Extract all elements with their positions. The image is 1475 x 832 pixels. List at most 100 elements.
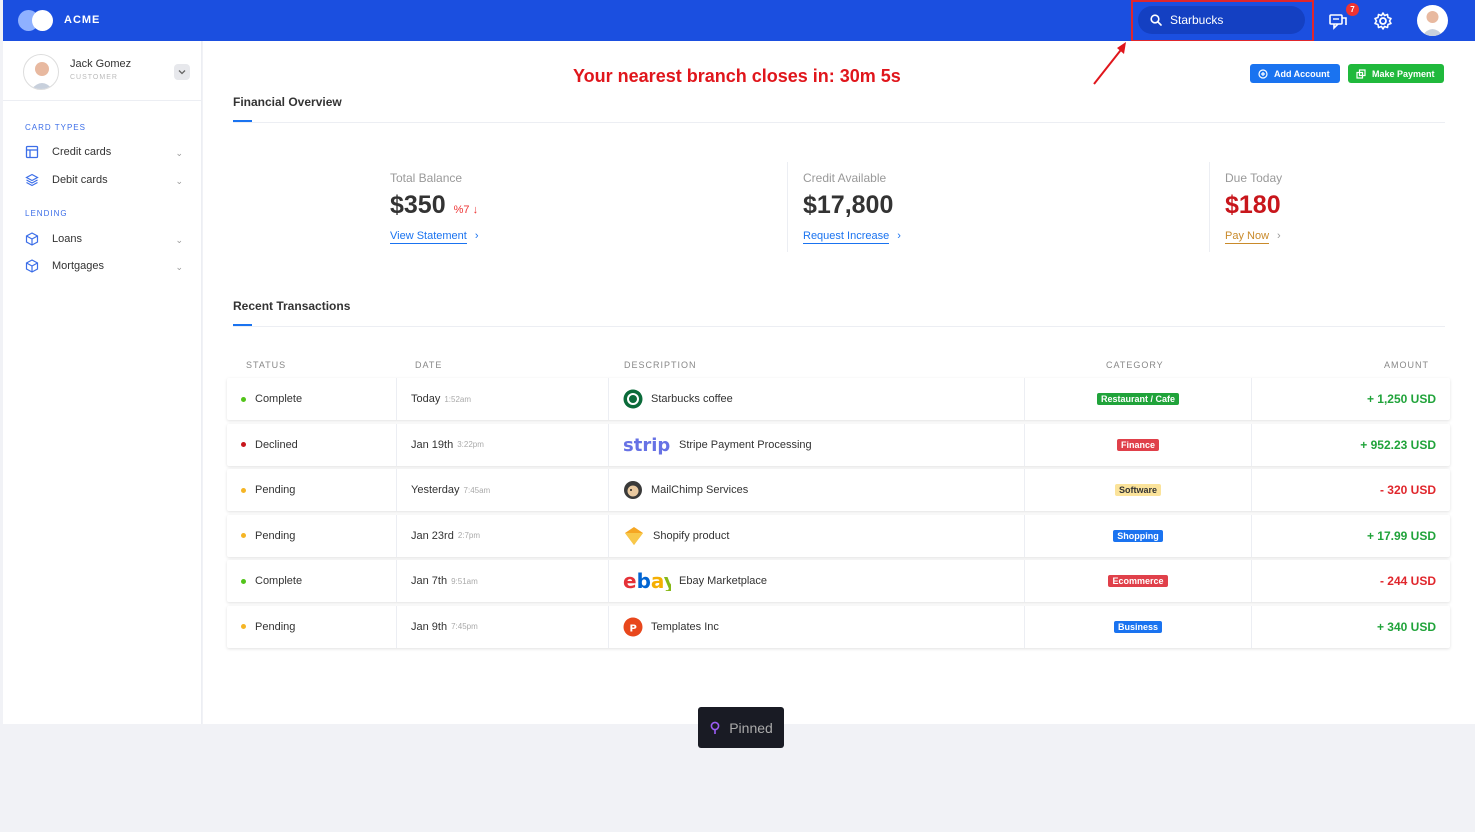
column-header-category[interactable]: CATEGORY [1106, 360, 1164, 370]
table-row[interactable]: Pending Yesterday 7:45am MailChimp Servi… [227, 469, 1450, 511]
chevron-down-icon [178, 70, 186, 75]
description-text: Shopify product [653, 529, 730, 542]
stat-total-balance: Total Balance $350 %7 ↓ View Statement › [390, 171, 479, 244]
category-badge: Software [1114, 484, 1161, 496]
sidebar-item-loans[interactable]: Loans ⌄ [25, 231, 183, 249]
sidebar-item-debit-cards[interactable]: Debit cards ⌄ [25, 172, 183, 190]
amount-text: - 244 USD [1379, 574, 1436, 588]
svg-text:ebay: ebay [623, 571, 671, 591]
time-text: 3:22pm [457, 440, 484, 449]
search-value: Starbucks [1170, 13, 1224, 27]
amount-text: + 17.99 USD [1366, 528, 1436, 543]
view-statement-link[interactable]: View Statement [390, 230, 467, 244]
column-header-date[interactable]: DATE [415, 360, 442, 370]
pay-now-link[interactable]: Pay Now [1225, 230, 1270, 244]
table-row[interactable]: Pending Jan 9th 7:45pm P Templates Inc B… [227, 605, 1450, 648]
main-content: Your nearest branch closes in: 30m 5s Ad… [203, 41, 1475, 724]
make-payment-button[interactable]: Make Payment [1348, 64, 1444, 83]
status-cell: Declined [241, 424, 298, 466]
amount-cell: + 952.23 USD [1360, 424, 1436, 466]
sidebar: Jack Gomez CUSTOMER CARD TYPES Credit ca… [3, 41, 202, 724]
category-badge: Business [1113, 620, 1163, 633]
description-cell: stripe Stripe Payment Processing [623, 424, 812, 466]
gear-icon[interactable] [1373, 11, 1393, 31]
sidebar-item-label: Debit cards [52, 174, 108, 186]
branch-closing-headline: Your nearest branch closes in: 30m 5s [573, 66, 901, 86]
table-row[interactable]: Pending Jan 23rd 2:7pm Shopify product S… [227, 514, 1450, 557]
category-cell: Business [1025, 606, 1251, 648]
category-cell: Software [1025, 469, 1251, 511]
status-cell: Complete [241, 560, 302, 602]
status-text: Pending [255, 620, 296, 633]
status-dot [241, 533, 246, 538]
description-text: MailChimp Services [651, 484, 749, 496]
mailchimp-icon [623, 480, 643, 500]
layers-icon [25, 173, 39, 187]
plus-circle-icon [1258, 68, 1268, 79]
status-dot [241, 624, 246, 629]
table-row[interactable]: Declined Jan 19th 3:22pm stripe Stripe P… [227, 423, 1450, 466]
pinned-toast[interactable]: Pinned [698, 707, 784, 748]
stat-label: Total Balance [390, 171, 463, 185]
date-text: Today [411, 393, 441, 405]
pinned-label: Pinned [729, 719, 773, 736]
category-cell: Ecommerce [1025, 560, 1251, 602]
date-text: Jan 19th [411, 438, 454, 451]
sidebar-item-credit-cards[interactable]: Credit cards ⌄ [25, 144, 183, 162]
divider [787, 162, 788, 252]
category-cell: Finance [1025, 424, 1251, 466]
shopify-icon [623, 526, 645, 546]
search-input[interactable]: Starbucks [1138, 6, 1305, 34]
chevron-right-icon: › [474, 230, 479, 242]
copy-icon [1356, 68, 1366, 79]
chevron-down-icon: ⌄ [175, 148, 183, 158]
box-icon [25, 232, 39, 246]
column-header-status[interactable]: STATUS [246, 360, 286, 370]
status-cell: Pending [241, 515, 295, 557]
category-badge: Ecommerce [1108, 575, 1168, 587]
chevron-down-icon: ⌄ [175, 176, 183, 186]
description-text: Ebay Marketplace [679, 575, 768, 587]
amount-cell: + 17.99 USD [1367, 515, 1436, 557]
description-cell: MailChimp Services [623, 469, 748, 511]
make-payment-label: Make Payment [1372, 68, 1435, 79]
description-cell: ebay Ebay Marketplace [623, 560, 767, 602]
date-cell: Jan 23rd 2:7pm [411, 515, 480, 557]
chat-icon[interactable] [1328, 11, 1348, 31]
description-text: Stripe Payment Processing [679, 438, 812, 451]
category-cell: Restaurant / Cafe [1025, 378, 1251, 420]
status-dot [241, 578, 246, 584]
date-text: Jan 9th [411, 620, 448, 633]
table-row[interactable]: Complete Jan 7th 9:51am ebay Ebay Market… [227, 560, 1450, 602]
arrow-down-icon: ↓ [472, 204, 479, 216]
status-text: Pending [255, 484, 296, 496]
sidebar-item-label: Credit cards [52, 146, 112, 158]
financial-overview-title: Financial Overview [233, 95, 342, 109]
sidebar-item-label: Mortgages [52, 260, 104, 272]
add-account-button[interactable]: Add Account [1250, 64, 1340, 83]
description-cell: Starbucks coffee [623, 378, 733, 420]
time-text: 7:45pm [451, 622, 478, 631]
description-cell: Shopify product [623, 515, 729, 557]
notification-badge: 7 [1346, 3, 1359, 16]
top-bar: ACME Starbucks 7 [3, 0, 1475, 42]
column-header-amount[interactable]: AMOUNT [1384, 360, 1429, 370]
column-header-description[interactable]: DESCRIPTION [624, 360, 697, 370]
logo-icon[interactable] [18, 10, 56, 31]
amount-text: + 340 USD [1376, 619, 1436, 634]
date-text: Yesterday [411, 484, 460, 496]
avatar[interactable] [1417, 5, 1448, 36]
table-row[interactable]: Complete Today 1:52am Starbucks coffee R… [227, 378, 1450, 420]
stat-value: $350 %7 ↓ [390, 191, 479, 220]
divider [233, 122, 1445, 123]
request-increase-link[interactable]: Request Increase [803, 230, 890, 244]
change-percent: %7 ↓ [454, 204, 478, 216]
annotation-arrow-icon [1093, 42, 1126, 85]
status-text: Complete [255, 575, 303, 587]
user-dropdown-button[interactable] [174, 64, 190, 80]
amount-text: + 952.23 USD [1360, 437, 1436, 452]
user-profile[interactable]: Jack Gomez CUSTOMER [23, 54, 199, 90]
date-text: Jan 23rd [411, 529, 454, 542]
status-text: Declined [255, 438, 298, 451]
sidebar-item-mortgages[interactable]: Mortgages ⌄ [25, 258, 183, 276]
